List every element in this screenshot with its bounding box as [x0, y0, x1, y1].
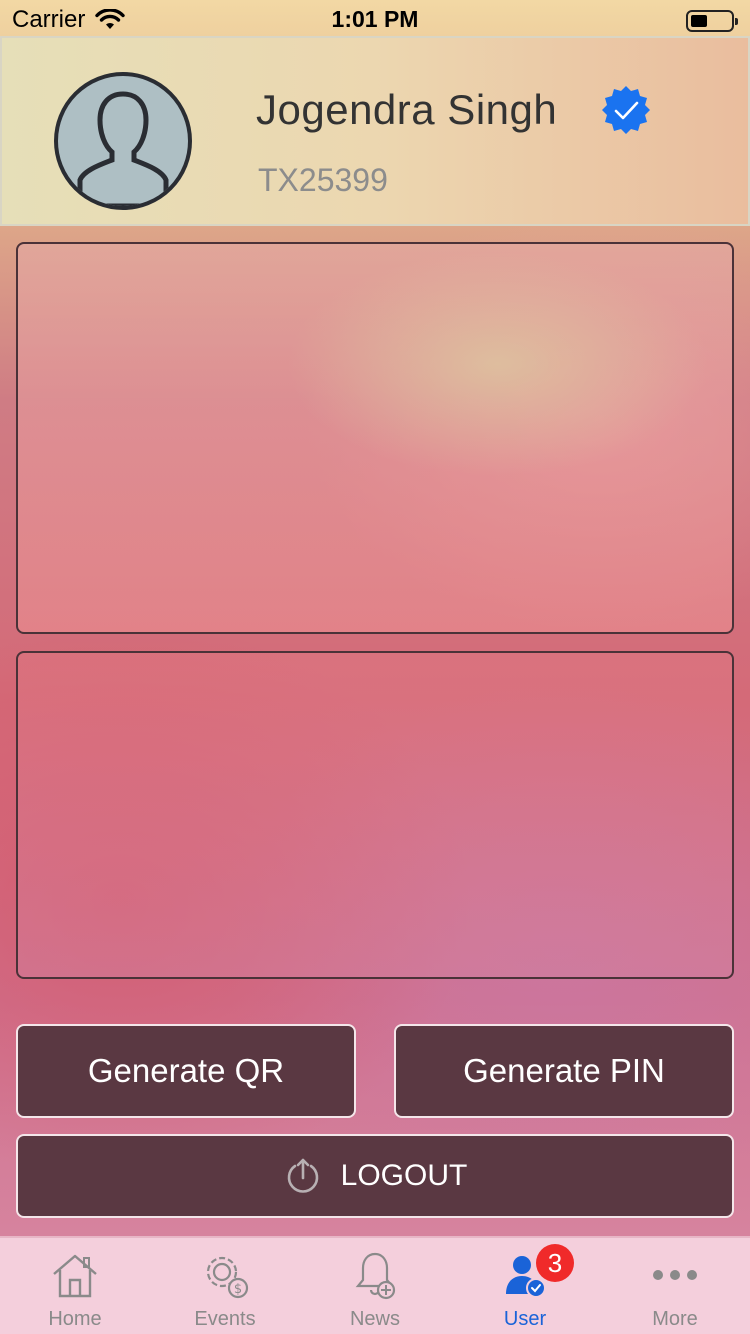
status-time: 1:01 PM — [331, 6, 419, 32]
svg-text:$: $ — [234, 1282, 242, 1297]
battery-level — [691, 15, 707, 27]
generate-pin-button[interactable]: Generate PIN — [394, 1024, 734, 1118]
content-panel-1 — [16, 242, 734, 634]
verified-badge-icon — [602, 86, 650, 134]
user-silhouette-icon — [77, 91, 169, 206]
home-icon — [53, 1254, 97, 1298]
generate-qr-label: Generate QR — [87, 1052, 285, 1089]
user-name: Jogendra Singh — [256, 86, 558, 133]
battery-icon — [686, 10, 738, 32]
tab-more-label: More — [652, 1308, 698, 1330]
profile-header: Jogendra Singh TX25399 — [0, 36, 750, 226]
logout-button[interactable]: LOGOUT — [16, 1134, 734, 1218]
more-dots-icon — [653, 1270, 697, 1280]
user-id: TX25399 — [258, 162, 388, 198]
tab-home-label: Home — [48, 1308, 102, 1330]
tab-events-label: Events — [194, 1308, 256, 1330]
gear-dollar-icon: $ — [206, 1256, 249, 1299]
status-bar: Carrier 1:01 PM — [0, 0, 750, 40]
tab-home[interactable]: Home — [0, 1238, 150, 1334]
generate-pin-label: Generate PIN — [463, 1052, 665, 1089]
content-panel-2 — [16, 651, 734, 979]
notification-badge: 3 — [536, 1244, 574, 1282]
tab-user[interactable]: User 3 — [450, 1238, 600, 1334]
tab-user-label: User — [503, 1308, 547, 1330]
tab-bar: Home $ Events News User 3 More — [0, 1236, 750, 1334]
tab-news-label: News — [349, 1308, 400, 1330]
logout-label: LOGOUT — [340, 1159, 468, 1192]
avatar[interactable] — [54, 72, 192, 210]
bell-plus-icon — [355, 1252, 396, 1300]
tab-events[interactable]: $ Events — [150, 1238, 300, 1334]
power-icon — [287, 1158, 318, 1193]
generate-qr-button[interactable]: Generate QR — [16, 1024, 356, 1118]
tab-more[interactable]: More — [600, 1238, 750, 1334]
tab-news[interactable]: News — [300, 1238, 450, 1334]
